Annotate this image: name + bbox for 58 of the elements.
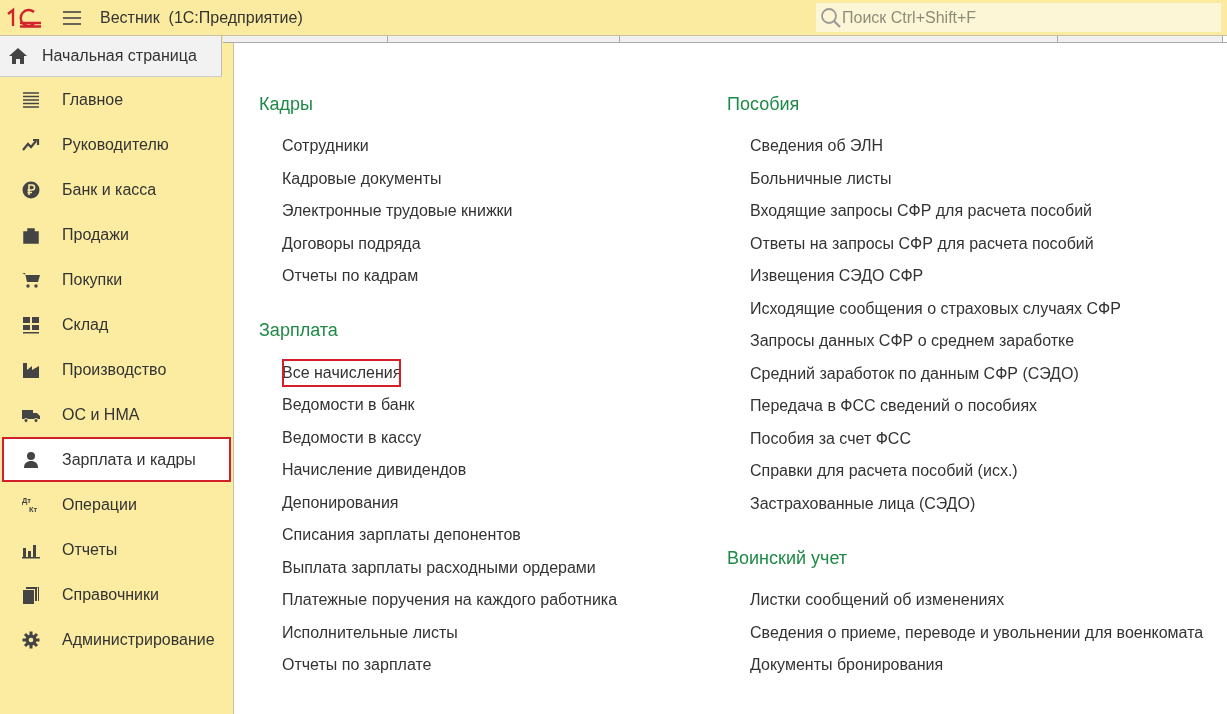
nav-link[interactable]: Списания зарплаты депонентов: [280, 519, 523, 552]
sidebar-item[interactable]: Производство: [2, 347, 231, 392]
list-icon: [21, 89, 41, 110]
ruble-icon: [21, 179, 41, 200]
nav-link[interactable]: Сведения об ЭЛН: [748, 130, 886, 163]
nav-link[interactable]: Справки для расчета пособий (исх.): [748, 455, 1020, 488]
nav-link[interactable]: Листки сообщений об изменениях: [748, 584, 1007, 617]
logo-icon: [6, 6, 42, 29]
nav-link[interactable]: Отчеты по кадрам: [280, 260, 421, 293]
nav-link[interactable]: Ответы на запросы СФР для расчета пособий: [748, 227, 1096, 260]
nav-link[interactable]: Сведения о приеме, переводе и увольнении для военкомата: [748, 616, 1206, 649]
nav-link[interactable]: Ведомости в банк: [280, 389, 417, 422]
sidebar-item[interactable]: Продажи: [2, 212, 231, 257]
nav-link[interactable]: Исходящие сообщения о страховых случаях СФР: [748, 292, 1123, 325]
sidebar-item[interactable]: Отчеты: [2, 527, 231, 572]
sidebar-item[interactable]: Справочники: [2, 572, 231, 617]
sidebar-item[interactable]: ОС и НМА: [2, 392, 231, 437]
section-title: Зарплата: [259, 319, 339, 342]
search-icon: [820, 7, 842, 29]
sidebar-item[interactable]: Зарплата и кадры: [2, 437, 231, 482]
nav-link[interactable]: Передача в ФСС сведений о пособиях: [748, 390, 1040, 423]
nav-link[interactable]: Выплата зарплаты расходными ордерами: [280, 551, 598, 584]
sidebar-item[interactable]: Руководителю: [2, 122, 231, 167]
home-tab[interactable]: Начальная страница: [0, 36, 222, 77]
nav-link[interactable]: Ведомости в кассу: [280, 421, 424, 454]
nav-link[interactable]: Средний заработок по данным СФР (СЭДО): [748, 357, 1081, 390]
section-title: Воинский учет: [727, 546, 849, 570]
grid-icon: [21, 314, 41, 335]
sidebar-item[interactable]: Главное: [2, 77, 231, 122]
nav-link[interactable]: Сотрудники: [280, 130, 371, 163]
sidebar-item[interactable]: Администрирование: [2, 617, 231, 662]
window-title: Вестник (1С:Предприятие): [100, 8, 303, 27]
section-title: Пособия: [727, 92, 801, 116]
nav-link[interactable]: Исполнительные листы: [280, 616, 460, 649]
settings-icon: [21, 629, 41, 650]
nav-link[interactable]: Документы бронирования: [748, 649, 946, 682]
nav-link[interactable]: Запросы данных СФР о среднем заработке: [748, 325, 1077, 358]
nav-link[interactable]: Электронные трудовые книжки: [280, 195, 515, 228]
nav-link[interactable]: Депонирования: [280, 486, 401, 519]
nav-link[interactable]: Начисление дивидендов: [280, 454, 469, 487]
home-icon: [8, 47, 28, 65]
nav-link[interactable]: Застрахованные лица (СЭДО): [748, 487, 978, 520]
nav-link[interactable]: Платежные поручения на каждого работника: [280, 584, 620, 617]
nav-link[interactable]: Кадровые документы: [280, 162, 444, 195]
nav-link[interactable]: Пособия за счет ФСС: [748, 422, 913, 455]
nav-link[interactable]: Отчеты по зарплате: [280, 649, 434, 682]
books-icon: [21, 584, 41, 605]
nav-link[interactable]: Входящие запросы СФР для расчета пособий: [748, 195, 1095, 228]
sidebar-item[interactable]: Банк и касса: [2, 167, 231, 212]
nav-link[interactable]: Извещения СЭДО СФР: [748, 260, 926, 293]
section-title: Кадры: [259, 92, 314, 116]
sidebar-item[interactable]: Покупки: [2, 257, 231, 302]
search-field[interactable]: Поиск Ctrl+Shift+F: [816, 3, 1221, 32]
person-icon: [21, 449, 41, 470]
menu-icon[interactable]: [62, 9, 82, 26]
nav-link[interactable]: Больничные листы: [748, 162, 894, 195]
nav-link[interactable]: Договоры подряда: [280, 227, 423, 260]
sidebar-item[interactable]: Склад: [2, 302, 231, 347]
